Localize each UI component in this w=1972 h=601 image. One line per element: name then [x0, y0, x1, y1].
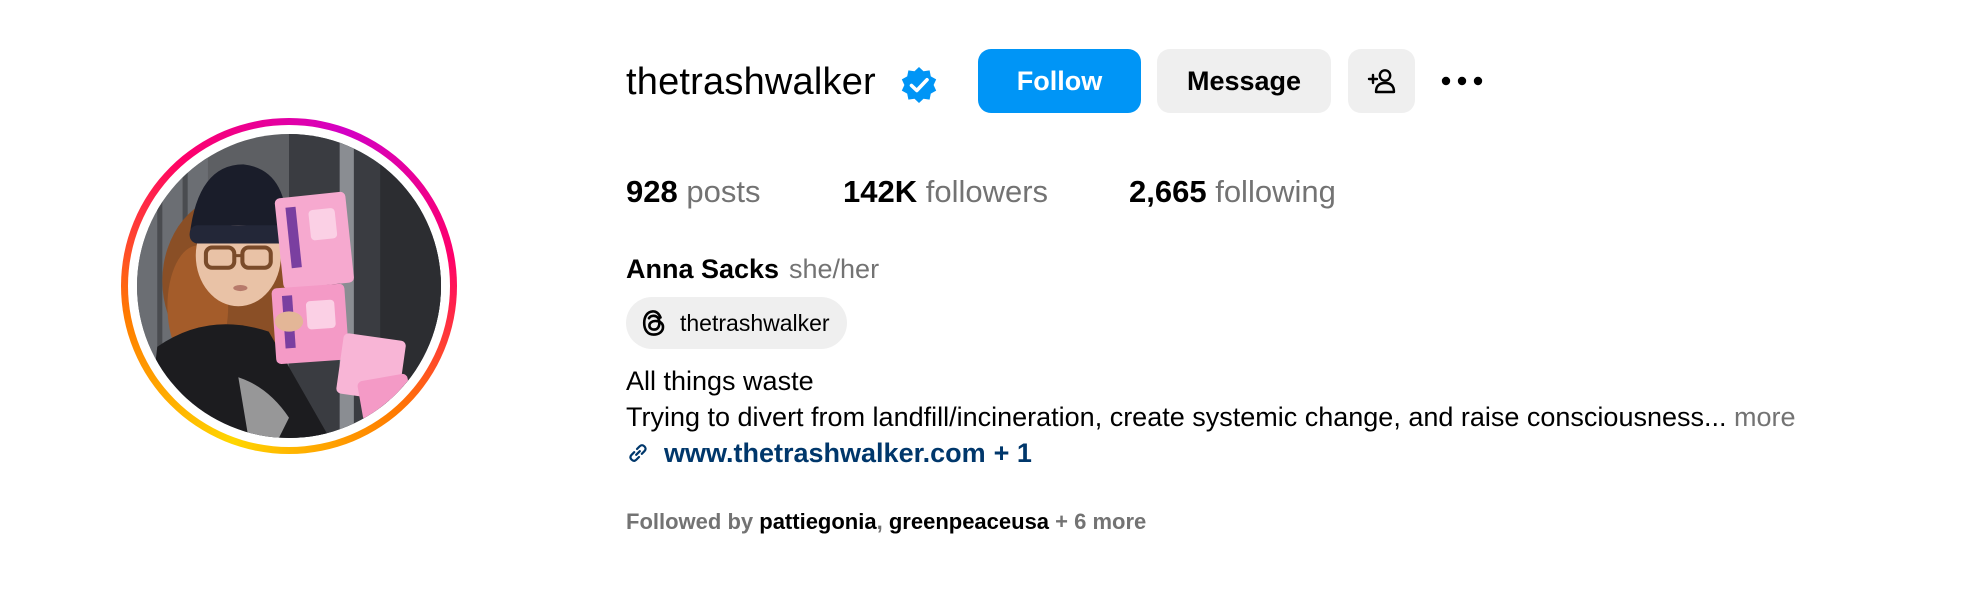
- profile-page: thetrashwalker Follow Message 928 posts …: [0, 0, 1972, 601]
- following-stat[interactable]: 2,665 following: [1129, 172, 1336, 212]
- bio-line-1: All things waste: [626, 366, 814, 396]
- suggest-similar-accounts-button[interactable]: [1348, 49, 1415, 113]
- bio-line-2: Trying to divert from landfill/incinerat…: [626, 399, 1796, 435]
- bio-text: Trying to divert from landfill/incinerat…: [626, 402, 1727, 432]
- external-link[interactable]: www.thetrashwalker.com: [664, 438, 986, 469]
- follow-button[interactable]: Follow: [978, 49, 1141, 113]
- profile-avatar-story-ring[interactable]: [121, 118, 457, 454]
- followed-by-separator: ,: [876, 509, 883, 534]
- posts-count: 928: [626, 174, 678, 209]
- link-icon: [629, 444, 647, 462]
- followers-label: followers: [925, 174, 1049, 209]
- bio-more-link[interactable]: more: [1734, 402, 1796, 432]
- profile-username: thetrashwalker: [626, 61, 876, 103]
- followed-by-prefix: Followed by: [626, 509, 754, 534]
- followed-by-account[interactable]: greenpeaceusa: [889, 509, 1049, 534]
- external-link-row: www.thetrashwalker.com + 1: [626, 435, 1032, 471]
- followed-by-more[interactable]: + 6 more: [1055, 509, 1146, 534]
- more-links-button[interactable]: + 1: [994, 438, 1032, 469]
- followed-by: Followed by pattiegonia, greenpeaceusa +…: [626, 507, 1146, 537]
- posts-stat[interactable]: 928 posts: [626, 172, 760, 212]
- profile-pronouns: she/her: [789, 254, 880, 284]
- threads-handle: thetrashwalker: [680, 309, 830, 336]
- following-label: following: [1215, 174, 1336, 209]
- following-count: 2,665: [1129, 174, 1207, 209]
- threads-profile-link[interactable]: thetrashwalker: [626, 297, 847, 349]
- avatar-gap: [128, 125, 450, 447]
- more-options-icon: [1441, 76, 1483, 86]
- posts-label: posts: [686, 174, 761, 209]
- avatar: [137, 134, 441, 438]
- followed-by-account[interactable]: pattiegonia: [759, 509, 876, 534]
- add-user-icon: [1367, 69, 1395, 94]
- message-button[interactable]: Message: [1157, 49, 1331, 113]
- followers-stat[interactable]: 142K followers: [843, 172, 1048, 212]
- followers-count: 142K: [843, 174, 918, 209]
- more-options-button[interactable]: [1432, 49, 1492, 113]
- profile-full-name: Anna Sacks: [626, 254, 780, 284]
- threads-icon: [642, 310, 665, 336]
- verified-badge-icon: [901, 67, 937, 103]
